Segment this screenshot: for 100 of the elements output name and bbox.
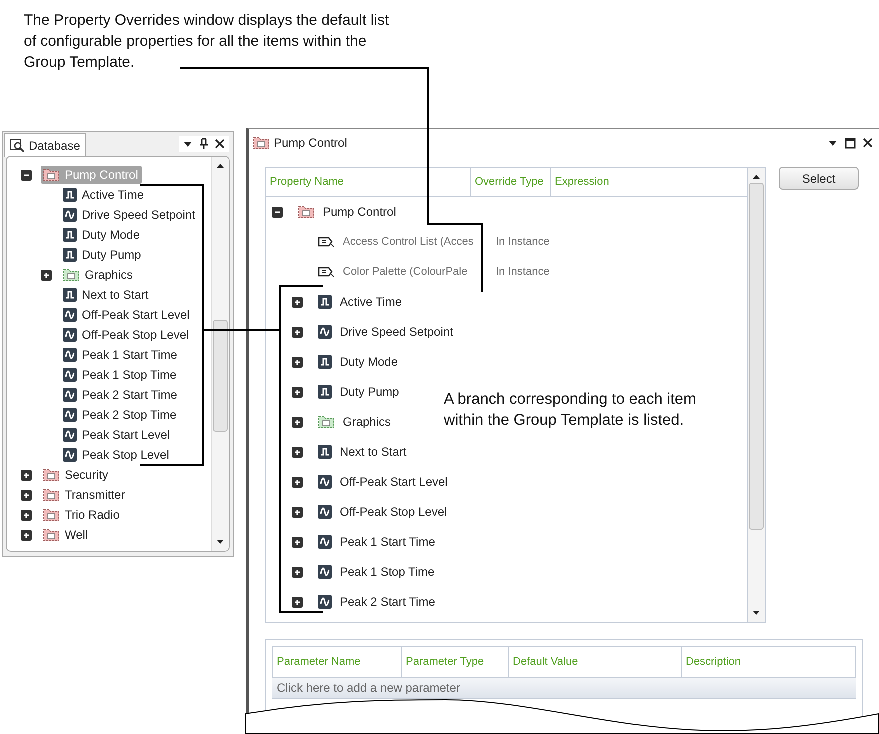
pulse-icon <box>63 248 77 262</box>
tag-icon <box>318 266 335 278</box>
tree-item[interactable]: Graphics <box>343 415 392 429</box>
tag-icon <box>318 236 335 248</box>
tree-item[interactable]: Well <box>41 526 92 544</box>
wave-icon <box>63 308 77 322</box>
tree-item[interactable]: Pump Control <box>323 205 396 219</box>
wave-icon <box>318 475 332 489</box>
wave-icon <box>318 325 332 339</box>
tree-toggle[interactable] <box>41 270 52 280</box>
wave-icon <box>63 448 77 462</box>
tree-toggle[interactable] <box>292 506 303 518</box>
wave-icon <box>63 348 77 362</box>
scroll-thumb[interactable] <box>749 183 764 530</box>
folder-icon <box>43 508 60 522</box>
tree-item[interactable]: Peak 2 Stop Time <box>61 406 181 424</box>
tree-toggle[interactable] <box>21 470 32 480</box>
tree-item[interactable]: Graphics <box>61 266 138 284</box>
tree-item[interactable]: Off-Peak Start Level <box>340 475 448 489</box>
wave-icon <box>318 565 332 579</box>
close-icon[interactable] <box>215 139 225 149</box>
wave-icon <box>63 408 77 422</box>
tree-item[interactable]: Active Time <box>340 295 402 309</box>
folder-icon <box>63 268 80 282</box>
folder-icon <box>43 168 60 182</box>
wave-icon <box>63 428 77 442</box>
tree-toggle[interactable] <box>21 510 32 520</box>
wave-icon <box>318 595 332 609</box>
tree-item[interactable]: Color Palette (ColourPale <box>343 266 468 278</box>
tree-item[interactable]: Duty Mode <box>61 226 144 244</box>
pulse-icon <box>63 228 77 242</box>
window-title: Pump Control <box>274 136 348 150</box>
tree-item[interactable]: Active Time <box>61 186 148 204</box>
folder-icon <box>298 205 315 219</box>
tree-item[interactable]: Peak 1 Start Time <box>61 346 182 364</box>
folder-icon <box>43 468 60 482</box>
pulse-icon <box>318 385 332 399</box>
wave-icon <box>318 535 332 549</box>
tree-toggle[interactable] <box>292 476 303 488</box>
dropdown-icon[interactable] <box>828 138 838 148</box>
tree-item[interactable]: Transmitter <box>41 486 130 504</box>
tree-item[interactable]: Drive Speed Setpoint <box>340 325 454 339</box>
pin-icon[interactable] <box>199 138 209 150</box>
tree-item[interactable]: Duty Pump <box>61 246 146 264</box>
tree-toggle[interactable] <box>272 206 283 218</box>
folder-icon <box>43 528 60 542</box>
wave-icon <box>318 505 332 519</box>
tree-item[interactable]: Off-Peak Stop Level <box>61 326 194 344</box>
tree-toggle[interactable] <box>292 416 303 428</box>
tree-item[interactable]: Peak 1 Stop Time <box>61 366 181 384</box>
wave-icon <box>63 388 77 402</box>
select-button[interactable]: Select <box>779 167 859 190</box>
tree-item[interactable]: Duty Pump <box>340 385 400 399</box>
tree-item[interactable]: Next to Start <box>61 286 153 304</box>
override-type: In Instance <box>496 266 550 278</box>
tree-toggle[interactable] <box>21 530 32 540</box>
callout-text: The Property Overrides window displays the default list of configurable properties for all the items within the Group Template. <box>24 11 390 73</box>
wave-icon <box>63 328 77 342</box>
tree-item[interactable]: Duty Mode <box>340 355 398 369</box>
pulse-icon <box>63 188 77 202</box>
tree-item[interactable]: Off-Peak Stop Level <box>340 505 448 519</box>
tree-toggle[interactable] <box>292 446 303 458</box>
tree-item[interactable]: Security <box>41 466 112 484</box>
tree-item[interactable]: Access Control List (Acces <box>343 236 474 248</box>
folder-icon <box>318 415 335 429</box>
tree-item[interactable]: Peak 2 Start Time <box>61 386 182 404</box>
maximize-icon[interactable] <box>845 138 856 148</box>
add-parameter-row[interactable]: Click here to add a new parameter <box>272 678 856 699</box>
tree-item[interactable]: Peak 1 Stop Time <box>340 565 435 579</box>
tree-toggle[interactable] <box>292 566 303 578</box>
override-type: In Instance <box>496 236 550 248</box>
wave-icon <box>63 368 77 382</box>
dropdown-icon[interactable] <box>183 139 193 149</box>
tree-item[interactable]: Peak Stop Level <box>61 446 174 464</box>
pulse-icon <box>318 355 332 369</box>
tree-item[interactable]: Off-Peak Start Level <box>61 306 194 324</box>
tree-item[interactable]: Trio Radio <box>41 506 124 524</box>
database-tab[interactable]: Database <box>4 133 86 157</box>
tree-toggle[interactable] <box>21 490 32 500</box>
scroll-thumb[interactable] <box>213 320 228 432</box>
tree-item[interactable]: Next to Start <box>340 445 407 459</box>
scrollbar[interactable] <box>747 168 765 622</box>
folder-icon <box>253 136 270 150</box>
close-icon[interactable] <box>863 138 873 148</box>
tree-item[interactable]: Drive Speed Setpoint <box>61 206 200 224</box>
tree-toggle[interactable] <box>292 296 303 308</box>
tree-item[interactable]: Peak 2 Start Time <box>340 595 436 609</box>
pulse-icon <box>318 445 332 459</box>
tree-toggle[interactable] <box>292 326 303 338</box>
tree-toggle[interactable] <box>21 170 32 180</box>
tree-toggle[interactable] <box>292 386 303 398</box>
pulse-icon <box>63 288 77 302</box>
tree-toggle[interactable] <box>292 596 303 608</box>
magnifier-icon <box>10 138 26 152</box>
scrollbar[interactable] <box>211 157 229 551</box>
tree-toggle[interactable] <box>292 536 303 548</box>
tree-toggle[interactable] <box>292 356 303 368</box>
folder-icon <box>43 488 60 502</box>
tree-item[interactable]: Peak 1 Start Time <box>340 535 436 549</box>
tree-item[interactable]: Peak Start Level <box>61 426 174 444</box>
